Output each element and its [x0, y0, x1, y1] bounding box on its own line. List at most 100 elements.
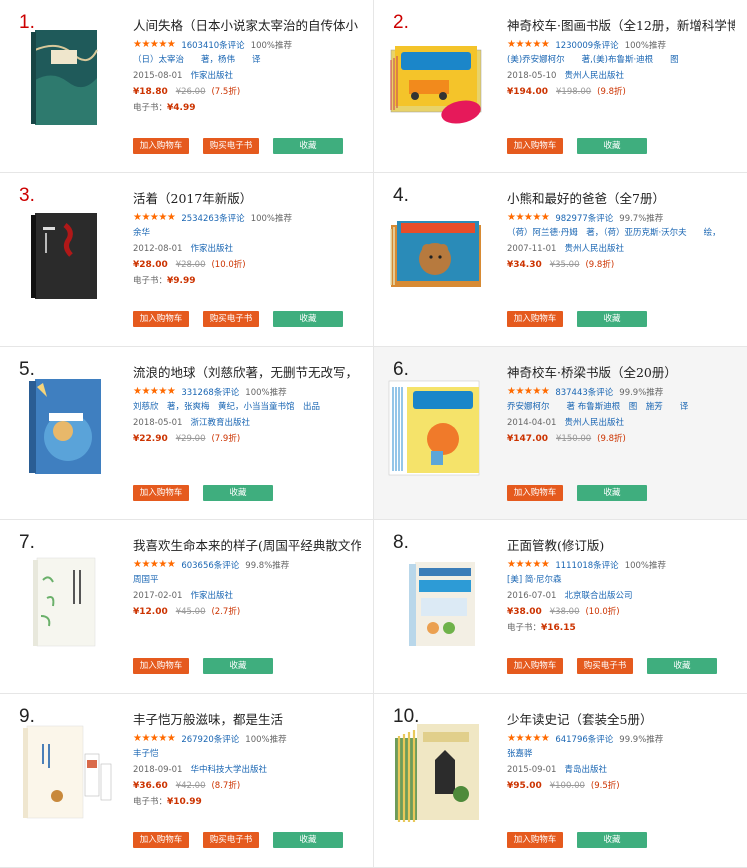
discount-rate: (9.5折) [590, 781, 620, 791]
review-count-link[interactable]: 2534263条评论 [181, 212, 244, 224]
current-price: ¥34.30 [507, 260, 542, 270]
author-link[interactable]: （荷）阿兰德·丹姆 著，（荷）亚历克斯·沃尔夫 绘， [507, 225, 735, 241]
favorite-button[interactable]: 收藏 [203, 485, 273, 501]
author-link[interactable]: [美] 简·尼尔森 [507, 572, 735, 588]
add-to-cart-button[interactable]: 加入购物车 [133, 658, 189, 674]
review-count-link[interactable]: 1111018条评论 [555, 559, 618, 571]
review-count-link[interactable]: 982977条评论 [555, 212, 613, 224]
add-to-cart-button[interactable]: 加入购物车 [133, 311, 189, 327]
author-link[interactable]: (美)乔安娜柯尔 著,(美)布鲁斯·迪根 图 [507, 52, 735, 68]
add-to-cart-button[interactable]: 加入购物车 [133, 832, 189, 848]
original-price: ¥38.00 [549, 607, 580, 617]
current-price: ¥18.80 [133, 87, 168, 97]
author-link[interactable]: 周国平 [133, 572, 361, 588]
book-item: 4. 小熊和最好的爸爸（全7册） ★★★★★ 982977条评论 99.7%推荐 （荷）阿… [374, 173, 747, 347]
favorite-button[interactable]: 收藏 [577, 832, 647, 848]
book-cover-image[interactable] [13, 540, 113, 650]
publish-date: 2018-05-01 [133, 418, 183, 428]
current-price: ¥147.00 [507, 434, 548, 444]
book-title-link[interactable]: 人间失格（日本小说家太宰治的自传体小 [133, 17, 361, 35]
book-cover-image[interactable] [13, 20, 113, 130]
publisher-link[interactable]: 作家出版社 [191, 591, 234, 601]
publisher-link[interactable]: 贵州人民出版社 [565, 71, 625, 81]
star-rating-icon: ★★★★★ [507, 39, 550, 50]
favorite-button[interactable]: 收藏 [273, 138, 343, 154]
book-cover-image[interactable] [13, 367, 113, 477]
book-title-link[interactable]: 我喜欢生命本来的样子(周国平经典散文作 [133, 537, 361, 555]
publisher-link[interactable]: 贵州人民出版社 [565, 244, 625, 254]
original-price: ¥100.00 [549, 781, 585, 791]
book-cover-image[interactable] [387, 193, 487, 303]
ebook-label: 电子书： [133, 276, 168, 286]
book-title-link[interactable]: 正面管教(修订版) [507, 537, 735, 555]
review-count-link[interactable]: 641796条评论 [555, 733, 613, 745]
book-cover-art [395, 724, 479, 822]
original-price: ¥28.00 [175, 260, 206, 270]
author-link[interactable]: 丰子恺 [133, 746, 361, 762]
buy-ebook-button[interactable]: 购买电子书 [577, 658, 633, 674]
recommend-rate: 100%推荐 [624, 40, 666, 51]
review-count-link[interactable]: 1603410条评论 [181, 39, 244, 51]
bestseller-grid: 1. 人间失格（日本小说家太宰治的自传体小 ★★★★★ 1603410条评论 100%推… [0, 0, 747, 868]
book-title-link[interactable]: 活着（2017年新版） [133, 190, 361, 208]
favorite-button[interactable]: 收藏 [647, 658, 717, 674]
publisher-link[interactable]: 北京联合出版公司 [565, 591, 633, 601]
book-cover-image[interactable] [13, 193, 113, 303]
star-rating-icon: ★★★★★ [133, 386, 176, 397]
book-cover-image[interactable] [387, 20, 487, 130]
author-link[interactable]: 张嘉骅 [507, 746, 735, 762]
publisher-link[interactable]: 作家出版社 [191, 71, 234, 81]
add-to-cart-button[interactable]: 加入购物车 [507, 832, 563, 848]
author-link[interactable]: 刘慈欣 著，张爽梅 黄纪，小当当童书馆 出品 [133, 399, 361, 415]
favorite-button[interactable]: 收藏 [273, 832, 343, 848]
add-to-cart-button[interactable]: 加入购物车 [133, 138, 189, 154]
review-count-link[interactable]: 1230009条评论 [555, 39, 618, 51]
book-title-link[interactable]: 流浪的地球（刘慈欣著，无删节无改写， [133, 364, 361, 382]
buy-ebook-button[interactable]: 购买电子书 [203, 311, 259, 327]
book-title-link[interactable]: 小熊和最好的爸爸（全7册） [507, 190, 735, 208]
favorite-button[interactable]: 收藏 [203, 658, 273, 674]
recommend-rate: 100%推荐 [245, 387, 287, 398]
discount-rate: (8.7折) [211, 781, 241, 791]
book-title-link[interactable]: 丰子恺万般滋味，都是生活 [133, 711, 361, 729]
publisher-link[interactable]: 华中科技大学出版社 [191, 765, 268, 775]
buy-ebook-button[interactable]: 购买电子书 [203, 832, 259, 848]
author-link[interactable]: 乔安娜柯尔 著 布鲁斯迪根 图 施芳 译 [507, 399, 735, 415]
favorite-button[interactable]: 收藏 [577, 138, 647, 154]
publisher-link[interactable]: 浙江教育出版社 [191, 418, 251, 428]
add-to-cart-button[interactable]: 加入购物车 [507, 658, 563, 674]
add-to-cart-button[interactable]: 加入购物车 [133, 485, 189, 501]
book-cover-image[interactable] [13, 714, 113, 824]
ebook-price: ¥10.99 [167, 797, 202, 807]
add-to-cart-button[interactable]: 加入购物车 [507, 138, 563, 154]
review-count-link[interactable]: 837443条评论 [555, 386, 613, 398]
review-count-link[interactable]: 603656条评论 [181, 559, 239, 571]
book-cover-art [29, 379, 101, 474]
book-cover-image[interactable] [387, 714, 487, 824]
author-link[interactable]: （日）太宰治 著，杨伟 译 [133, 52, 361, 68]
book-cover-image[interactable] [387, 367, 487, 477]
book-title-link[interactable]: 神奇校车·图画书版（全12册，新增科学博 [507, 17, 735, 35]
favorite-button[interactable]: 收藏 [577, 485, 647, 501]
original-price: ¥35.00 [549, 260, 580, 270]
star-rating-icon: ★★★★★ [133, 733, 176, 744]
favorite-button[interactable]: 收藏 [577, 311, 647, 327]
author-link[interactable]: 余华 [133, 225, 361, 241]
add-to-cart-button[interactable]: 加入购物车 [507, 485, 563, 501]
discount-rate: (9.8折) [585, 260, 615, 270]
publish-date: 2018-09-01 [133, 765, 183, 775]
book-title-link[interactable]: 少年读史记（套装全5册） [507, 711, 735, 729]
book-cover-image[interactable] [387, 540, 487, 650]
buy-ebook-button[interactable]: 购买电子书 [203, 138, 259, 154]
publisher-link[interactable]: 青岛出版社 [565, 765, 608, 775]
publisher-link[interactable]: 贵州人民出版社 [565, 418, 625, 428]
review-count-link[interactable]: 267920条评论 [181, 733, 239, 745]
review-count-link[interactable]: 331268条评论 [181, 386, 239, 398]
current-price: ¥38.00 [507, 607, 542, 617]
book-title-link[interactable]: 神奇校车·桥梁书版（全20册） [507, 364, 735, 382]
current-price: ¥194.00 [507, 87, 548, 97]
publisher-link[interactable]: 作家出版社 [191, 244, 234, 254]
favorite-button[interactable]: 收藏 [273, 311, 343, 327]
add-to-cart-button[interactable]: 加入购物车 [507, 311, 563, 327]
book-cover-art [33, 557, 96, 647]
